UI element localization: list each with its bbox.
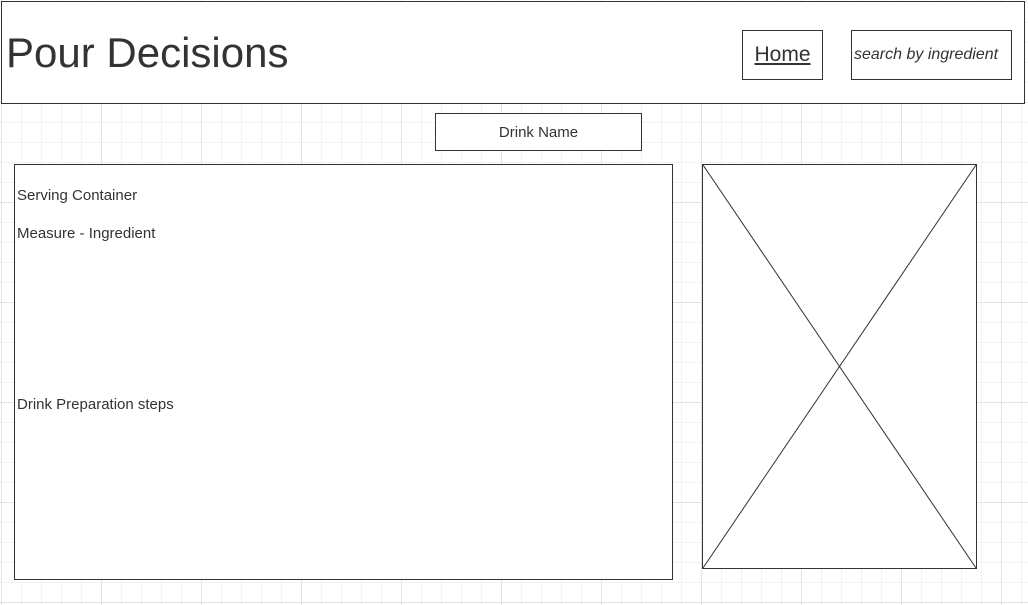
image-placeholder-icon: [703, 165, 976, 568]
home-button[interactable]: Home: [742, 30, 823, 80]
preparation-steps-label: Drink Preparation steps: [17, 396, 174, 413]
site-title: Pour Decisions: [6, 29, 289, 76]
serving-container-label: Serving Container: [17, 187, 138, 204]
drink-image-placeholder: [702, 164, 977, 569]
search-input[interactable]: search by ingredient: [851, 30, 1012, 80]
recipe-panel: Serving Container Measure - Ingredient D…: [14, 164, 673, 580]
measure-ingredient-label: Measure - Ingredient: [17, 225, 156, 242]
drink-name-label: Drink Name: [435, 113, 642, 151]
